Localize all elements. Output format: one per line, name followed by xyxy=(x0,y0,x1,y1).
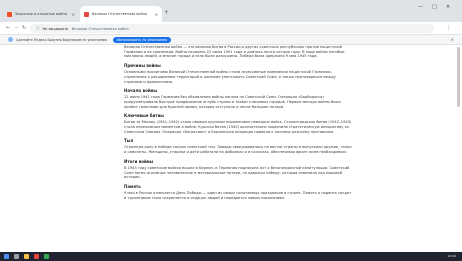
scrollbar-thumb[interactable] xyxy=(457,47,460,107)
default-browser-infobar: Сделайте Яндекс.Браузер браузером по умо… xyxy=(0,35,462,45)
tab-1[interactable]: Закрытые и открытые войны ✕ xyxy=(3,6,79,22)
section-heading: Ключевые битвы xyxy=(124,113,164,119)
tab-1-title: Закрытые и открытые войны xyxy=(15,12,68,16)
set-default-button[interactable]: Использовать по умолчанию xyxy=(113,36,172,43)
section-heading: Память xyxy=(124,183,141,189)
browser-icon xyxy=(8,37,13,42)
tab-2-title: Великая Отечественная война xyxy=(92,12,147,16)
explorer-icon[interactable] xyxy=(24,254,29,259)
forward-icon[interactable]: → xyxy=(14,25,18,31)
security-label: Не защищено xyxy=(42,26,68,31)
close-window-icon[interactable]: ✕ xyxy=(446,4,450,10)
taskbar: 12:00 xyxy=(0,252,462,261)
start-icon[interactable] xyxy=(4,254,9,259)
section-heading: Причины войны xyxy=(124,63,161,69)
article: Великая Отечественная война — это велика… xyxy=(124,45,352,204)
browser-window: Закрытые и открытые войны ✕ Великая Отеч… xyxy=(0,0,462,261)
section-heading: Тыл xyxy=(124,138,134,144)
section-text: Огромную роль в победе сыграл советский … xyxy=(124,145,352,155)
info-icon[interactable]: ⓘ xyxy=(36,26,40,31)
tab-strip: Закрытые и открытые войны ✕ Великая Отеч… xyxy=(0,0,462,22)
close-icon[interactable]: ✕ xyxy=(72,12,75,17)
reload-icon[interactable]: ↻ xyxy=(22,25,26,31)
close-icon[interactable]: ✕ xyxy=(451,37,454,42)
page-area: Великая Отечественная война — это велика… xyxy=(0,45,462,259)
clock: 12:00 xyxy=(447,254,456,258)
address-page-title: Великая Отечественная война xyxy=(71,26,129,31)
close-icon[interactable]: ✕ xyxy=(155,12,158,17)
tab-2[interactable]: Великая Отечественная война ✕ xyxy=(80,6,162,22)
app-icon[interactable] xyxy=(44,254,49,259)
section-heading: Начало войны xyxy=(124,88,158,94)
maximize-icon[interactable]: □ xyxy=(432,4,437,10)
toolbar: ← → ↻ ⓘ Не защищено Великая Отечественна… xyxy=(0,22,462,35)
yandex-favicon xyxy=(7,11,12,17)
section-heading: Итоги войны xyxy=(124,158,154,164)
minimize-icon[interactable]: — xyxy=(418,4,423,10)
browser-icon[interactable] xyxy=(34,254,39,259)
menu-icon[interactable]: ⋮ xyxy=(446,25,451,31)
section-text: Основными причинами Великой Отечественно… xyxy=(124,70,336,84)
infobar-message: Сделайте Яндекс.Браузер браузером по умо… xyxy=(16,37,108,42)
page-favicon xyxy=(84,11,89,17)
new-tab-icon[interactable]: + xyxy=(164,9,169,16)
section-text: Битва за Москву (1941–1942) стала первым… xyxy=(124,120,352,134)
section-text: В 1945 году советские войска вошли в Бер… xyxy=(124,165,350,180)
address-bar[interactable]: ⓘ Не защищено Великая Отечественная войн… xyxy=(30,24,434,33)
back-icon[interactable]: ← xyxy=(6,25,10,31)
section-text: 9 мая в России отмечается День Победы — … xyxy=(124,190,352,200)
section-text: 22 июня 1941 года Германия без объявлени… xyxy=(124,95,341,109)
search-icon[interactable] xyxy=(14,254,19,259)
intro-paragraph: Великая Отечественная война — это велика… xyxy=(124,45,345,59)
